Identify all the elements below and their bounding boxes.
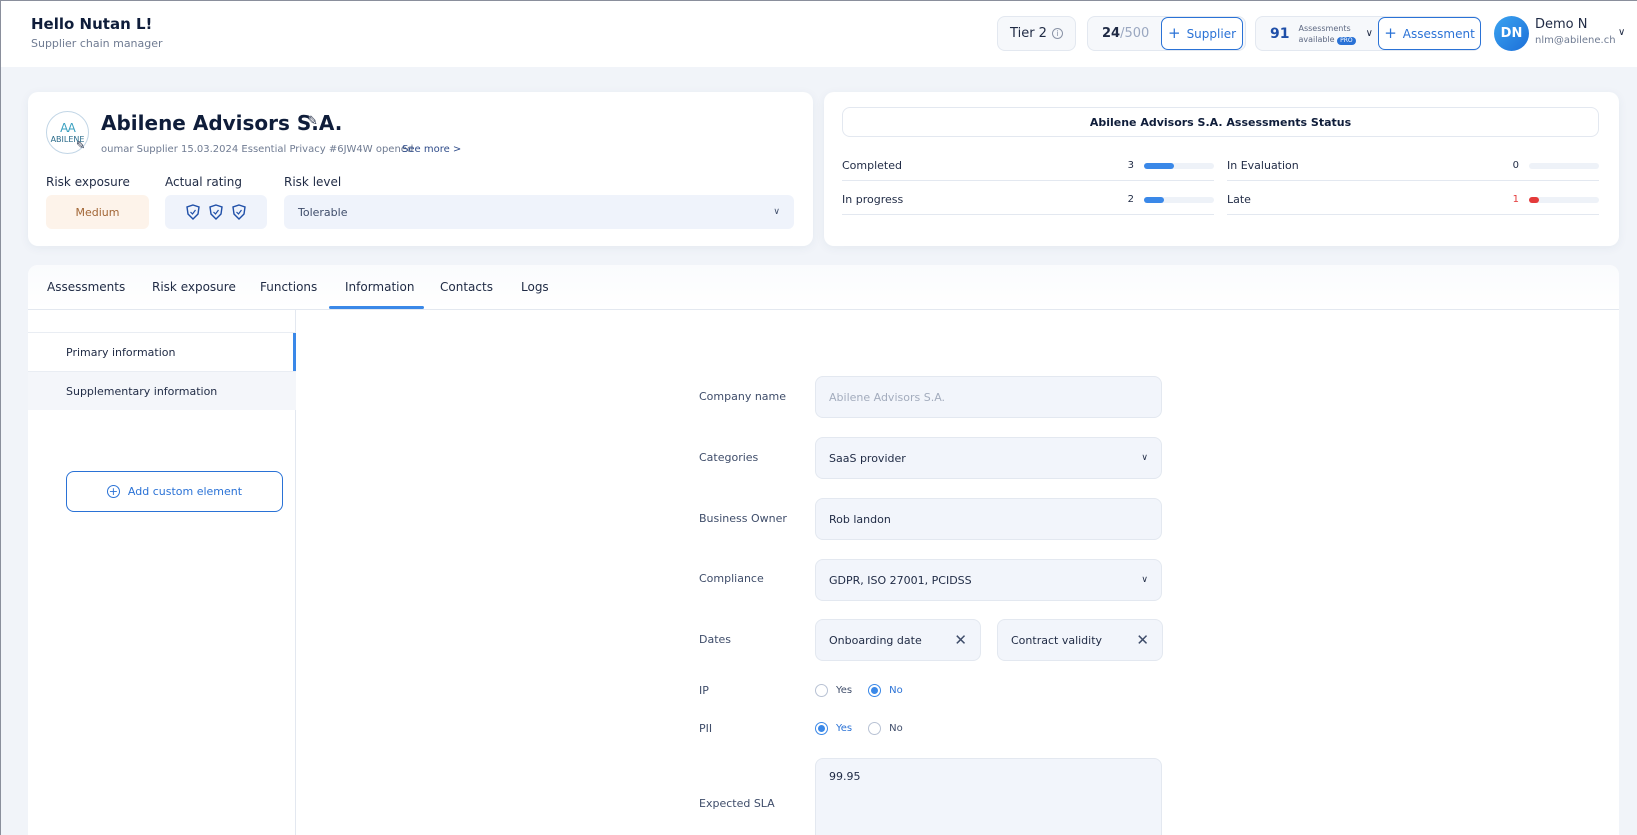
user-email: nlm@abilene.ch bbox=[1535, 35, 1616, 46]
tab-contacts[interactable]: Contacts bbox=[440, 280, 493, 294]
contract-validity-field[interactable]: Contract validity ✕ bbox=[997, 619, 1163, 661]
pii-no-radio[interactable] bbox=[868, 722, 882, 735]
shield-icon bbox=[209, 204, 223, 220]
tier-badge[interactable]: Tier 2 i bbox=[997, 16, 1076, 51]
shield-icon bbox=[186, 204, 200, 220]
categories-select[interactable]: SaaS provider ∨ bbox=[815, 437, 1162, 479]
tab-functions[interactable]: Functions bbox=[260, 280, 317, 294]
add-supplier-button[interactable]: + Supplier bbox=[1161, 17, 1243, 50]
tab-logs[interactable]: Logs bbox=[521, 280, 549, 294]
edit-logo-icon[interactable]: ✎ bbox=[76, 139, 85, 152]
progress-bar bbox=[1529, 162, 1599, 169]
shield-icon bbox=[232, 204, 246, 220]
add-assessment-label: Assessment bbox=[1402, 26, 1475, 41]
avatar[interactable]: DN bbox=[1494, 16, 1529, 51]
assessments-count: 91 bbox=[1270, 25, 1290, 42]
risk-exposure-value: Medium bbox=[46, 195, 149, 229]
see-more-link[interactable]: See more > bbox=[402, 144, 461, 155]
progress-bar bbox=[1529, 196, 1599, 203]
ip-radio-group: Yes No bbox=[815, 684, 919, 697]
compliance-select[interactable]: GDPR, ISO 27001, PCIDSS ∨ bbox=[815, 559, 1162, 601]
status-row-in-progress: In progress 2 bbox=[842, 185, 1214, 215]
tab-assessments[interactable]: Assessments bbox=[47, 280, 125, 294]
plus-icon: + bbox=[1384, 24, 1397, 42]
status-title: Abilene Advisors S.A. Assessments Status bbox=[842, 107, 1599, 137]
sidebar-item-primary[interactable]: Primary information bbox=[28, 332, 296, 372]
company-name-field: Abilene Advisors S.A. bbox=[815, 376, 1162, 418]
ip-yes-radio[interactable] bbox=[815, 684, 828, 697]
tab-information[interactable]: Information bbox=[345, 280, 414, 294]
add-assessment-button[interactable]: + Assessment bbox=[1378, 17, 1481, 50]
plus-circle-icon: + bbox=[106, 485, 120, 498]
chevron-down-icon: ∨ bbox=[1141, 575, 1148, 585]
business-owner-field[interactable]: Rob landon bbox=[815, 498, 1162, 540]
add-supplier-label: Supplier bbox=[1186, 26, 1237, 41]
active-tab-indicator bbox=[329, 306, 424, 309]
progress-bar bbox=[1144, 162, 1214, 169]
actual-rating bbox=[165, 195, 267, 229]
progress-bar bbox=[1144, 196, 1214, 203]
assessments-available-text: Assessments available PRO bbox=[1298, 23, 1356, 45]
user-name[interactable]: Demo N bbox=[1535, 17, 1587, 32]
close-icon[interactable]: ✕ bbox=[1136, 631, 1149, 649]
pii-radio-group: Yes No bbox=[815, 722, 919, 735]
risk-level-select[interactable]: Tolerable ∨ bbox=[284, 195, 794, 229]
onboarding-date-field[interactable]: Onboarding date ✕ bbox=[815, 619, 981, 661]
categories-label: Categories bbox=[699, 451, 759, 464]
chevron-down-icon[interactable]: ∨ bbox=[1366, 28, 1373, 39]
status-row-late: Late 1 bbox=[1227, 185, 1599, 215]
supplier-count: 24/500 bbox=[1102, 26, 1150, 41]
plus-icon: + bbox=[1167, 24, 1181, 42]
risk-level-value: Tolerable bbox=[298, 205, 348, 219]
assessments-status-card: Abilene Advisors S.A. Assessments Status… bbox=[824, 92, 1619, 246]
chevron-down-icon: ∨ bbox=[1141, 453, 1148, 463]
sidebar-item-supplementary[interactable]: Supplementary information bbox=[28, 371, 296, 410]
compliance-label: Compliance bbox=[699, 572, 764, 585]
ip-label: IP bbox=[699, 684, 709, 697]
greeting-title: Hello Nutan L! bbox=[31, 15, 153, 33]
status-row-completed: Completed 3 bbox=[842, 151, 1214, 181]
tab-bar: Assessments Risk exposure Functions Info… bbox=[28, 265, 1619, 310]
status-row-in-evaluation: In Evaluation 0 bbox=[1227, 151, 1599, 181]
chevron-down-icon[interactable]: ∨ bbox=[1618, 27, 1625, 38]
close-icon[interactable]: ✕ bbox=[954, 631, 967, 649]
edit-name-icon[interactable]: ✎ bbox=[307, 114, 318, 129]
expected-sla-field[interactable]: 99.95 bbox=[815, 758, 1162, 835]
ip-no-radio[interactable] bbox=[868, 684, 882, 697]
add-custom-element-button[interactable]: + Add custom element bbox=[66, 471, 283, 512]
dates-label: Dates bbox=[699, 633, 732, 646]
supplier-meta: oumar Supplier 15.03.2024 Essential Priv… bbox=[101, 144, 414, 155]
active-indicator bbox=[293, 333, 296, 372]
pii-yes-radio[interactable] bbox=[815, 722, 828, 735]
user-role: Supplier chain manager bbox=[31, 37, 163, 50]
tab-risk-exposure[interactable]: Risk exposure bbox=[152, 280, 236, 294]
actual-rating-label: Actual rating bbox=[165, 175, 242, 189]
chevron-down-icon: ∨ bbox=[773, 207, 780, 217]
expected-sla-label: Expected SLA bbox=[699, 797, 775, 810]
supplier-summary-card: AA ABILENE ✎ Abilene Advisors S.A. ✎ oum… bbox=[28, 92, 813, 246]
business-owner-label: Business Owner bbox=[699, 512, 787, 525]
risk-exposure-label: Risk exposure bbox=[46, 175, 130, 189]
greeting-block: Hello Nutan L! Supplier chain manager bbox=[31, 15, 163, 50]
risk-level-label: Risk level bbox=[284, 175, 342, 189]
top-header: Hello Nutan L! Supplier chain manager Ti… bbox=[1, 1, 1637, 67]
tier-label: Tier 2 bbox=[1010, 26, 1047, 41]
company-name-label: Company name bbox=[699, 390, 787, 403]
pro-badge: PRO bbox=[1337, 36, 1356, 45]
pii-label: PII bbox=[699, 722, 713, 735]
info-icon[interactable]: i bbox=[1051, 28, 1063, 39]
